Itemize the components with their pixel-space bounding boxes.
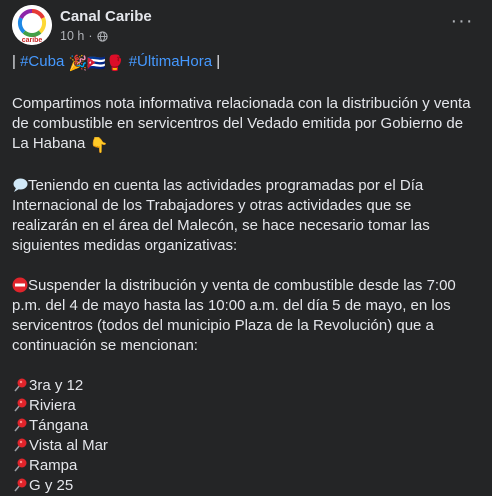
more-options-button[interactable]: ··· — [446, 7, 478, 39]
party-popper-icon: 🎉 — [68, 55, 88, 72]
hashtag-separator: | — [216, 53, 221, 70]
post-timestamp[interactable]: 10 h — [60, 29, 84, 43]
locations-list: 3ra y 12 Riviera Tángana Vista al Mar Ra… — [12, 376, 480, 496]
intro-text: Compartimos nota informativa relacionada… — [12, 95, 471, 152]
round-pushpin-icon — [14, 418, 27, 432]
meta-separator: · — [88, 29, 93, 43]
hashtag-line: | #Cuba 🎉🇨🇺🥊 #ÚltimaHora | — [12, 52, 480, 74]
list-item: Riviera — [12, 396, 480, 416]
facebook-post: caribe Canal Caribe 10 h · ··· | #Cuba 🎉… — [0, 0, 492, 494]
hashtag-cuba[interactable]: #Cuba — [20, 53, 64, 70]
boxing-glove-icon: 🥊 — [105, 55, 125, 72]
round-pushpin-icon — [14, 458, 27, 472]
list-item: Vista al Mar — [12, 436, 480, 456]
round-pushpin-icon — [14, 398, 27, 412]
post-content: | #Cuba 🎉🇨🇺🥊 #ÚltimaHora | Compartimos n… — [12, 52, 480, 496]
list-item: 3ra y 12 — [12, 376, 480, 396]
avatar[interactable]: caribe — [12, 5, 52, 45]
hashtag-separator: | — [12, 53, 16, 70]
round-pushpin-icon — [14, 478, 27, 492]
round-pushpin-icon — [14, 378, 27, 392]
round-pushpin-icon — [14, 438, 27, 452]
context-text: Teniendo en cuenta las actividades progr… — [12, 177, 430, 254]
avatar-text: caribe — [22, 37, 43, 44]
page-name[interactable]: Canal Caribe — [60, 8, 152, 25]
pointing-down-icon: 👇 — [89, 137, 109, 154]
list-item: Tángana — [12, 416, 480, 436]
list-item: G y 25 — [12, 476, 480, 496]
post-header: caribe Canal Caribe 10 h · ··· — [12, 5, 480, 47]
no-entry-icon — [12, 277, 28, 293]
cuba-flag-icon: 🇨🇺 — [87, 55, 106, 72]
speech-bubble-icon — [13, 178, 28, 192]
post-meta: 10 h · — [60, 29, 108, 43]
globe-icon — [96, 30, 108, 42]
list-item: Rampa — [12, 456, 480, 476]
context-paragraph: Teniendo en cuenta las actividades progr… — [12, 176, 480, 256]
hashtag-ultima-hora[interactable]: #ÚltimaHora — [129, 53, 212, 70]
measure-paragraph: Suspender la distribución y venta de com… — [12, 276, 480, 356]
measure-text: Suspender la distribución y venta de com… — [12, 277, 456, 354]
intro-paragraph: Compartimos nota informativa relacionada… — [12, 94, 480, 156]
canal-caribe-logo: caribe — [12, 5, 52, 45]
